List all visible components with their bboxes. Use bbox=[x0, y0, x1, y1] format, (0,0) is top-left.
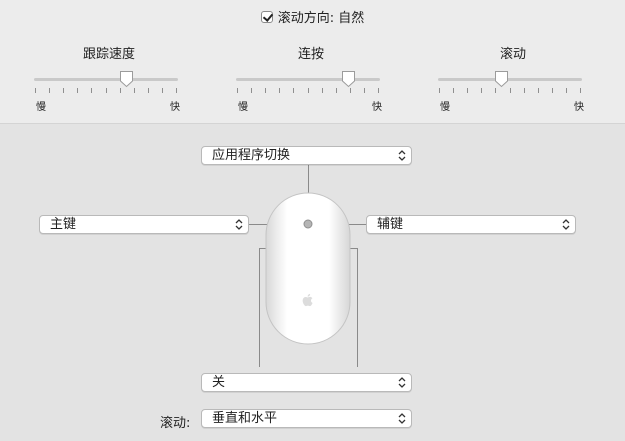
scroll-speed-ticks bbox=[438, 88, 582, 94]
tracking-speed-max-label: 快 bbox=[170, 102, 180, 113]
slider-tick bbox=[453, 88, 454, 93]
double-click-max-label: 快 bbox=[372, 102, 382, 113]
tracking-speed-thumb[interactable] bbox=[119, 70, 134, 88]
slider-tick bbox=[279, 88, 280, 93]
chevron-updown-icon bbox=[235, 219, 243, 230]
scroll-speed-slider-group: 滚动 慢 快 bbox=[438, 43, 588, 113]
top-pane: 滚动方向: 自然 跟踪速度 慢 快 连按 慢 快 滚动 慢 快 bbox=[0, 0, 625, 124]
top-button-value: 应用程序切换 bbox=[212, 148, 291, 163]
scroll-popup[interactable]: 垂直和水平 bbox=[201, 409, 412, 428]
slider-tick bbox=[293, 88, 294, 93]
slider-tick bbox=[336, 88, 337, 93]
scroll-speed-title: 滚动 bbox=[499, 47, 526, 62]
double-click-track[interactable] bbox=[236, 78, 380, 81]
top-button-popup[interactable]: 应用程序切换 bbox=[201, 146, 412, 165]
double-click-ticks bbox=[236, 88, 380, 94]
slider-tick bbox=[106, 88, 107, 93]
scroll-speed-track[interactable] bbox=[438, 78, 582, 81]
slider-tick bbox=[148, 88, 149, 93]
tracking-speed-min-label: 慢 bbox=[36, 102, 46, 113]
chevron-updown-icon bbox=[398, 377, 406, 388]
chevron-updown-icon bbox=[398, 413, 406, 424]
scroll-value: 垂直和水平 bbox=[212, 411, 278, 426]
double-click-thumb[interactable] bbox=[341, 70, 356, 88]
slider-tick bbox=[580, 88, 581, 93]
side-left-connector-line bbox=[259, 248, 260, 367]
tracking-speed-slider-group: 跟踪速度 慢 快 bbox=[34, 43, 184, 113]
scroll-speed-min-label: 慢 bbox=[440, 102, 450, 113]
slider-tick bbox=[35, 88, 36, 93]
primary-button-value: 主键 bbox=[50, 217, 77, 232]
double-click-slider-group: 连按 慢 快 bbox=[236, 43, 386, 113]
slider-tick bbox=[63, 88, 64, 93]
slider-tick bbox=[495, 88, 496, 93]
chevron-updown-icon bbox=[398, 150, 406, 161]
slider-tick bbox=[524, 88, 525, 93]
tracking-speed-title: 跟踪速度 bbox=[82, 47, 135, 62]
slider-tick bbox=[265, 88, 266, 93]
side-button-value: 关 bbox=[212, 375, 226, 390]
slider-tick bbox=[538, 88, 539, 93]
double-click-min-label: 慢 bbox=[238, 102, 248, 113]
side-right-connector-line bbox=[357, 248, 358, 367]
magic-mouse-illustration bbox=[265, 192, 351, 345]
slider-tick bbox=[510, 88, 511, 93]
slider-tick bbox=[322, 88, 323, 93]
slider-tick bbox=[91, 88, 92, 93]
slider-tick bbox=[134, 88, 135, 93]
apple-logo-icon bbox=[300, 292, 316, 308]
slider-tick bbox=[439, 88, 440, 93]
tracking-speed-ticks bbox=[34, 88, 178, 94]
slider-tick bbox=[162, 88, 163, 93]
slider-tick bbox=[237, 88, 238, 93]
slider-tick bbox=[251, 88, 252, 93]
slider-tick bbox=[350, 88, 351, 93]
slider-tick bbox=[176, 88, 177, 93]
chevron-updown-icon bbox=[562, 219, 570, 230]
scroll-speed-max-label: 快 bbox=[574, 102, 584, 113]
scroll-label: 滚动: bbox=[160, 416, 191, 431]
tracking-speed-track[interactable] bbox=[34, 78, 178, 81]
natural-scroll-label[interactable]: 滚动方向: 自然 bbox=[278, 7, 365, 26]
slider-tick bbox=[566, 88, 567, 93]
double-click-title: 连按 bbox=[297, 47, 324, 62]
side-button-popup[interactable]: 关 bbox=[201, 373, 412, 392]
natural-scroll-checkbox[interactable] bbox=[260, 10, 273, 23]
scroll-speed-thumb[interactable] bbox=[494, 70, 509, 88]
secondary-button-value: 辅键 bbox=[377, 217, 404, 232]
secondary-button-popup[interactable]: 辅键 bbox=[366, 215, 576, 234]
slider-tick bbox=[481, 88, 482, 93]
slider-tick bbox=[552, 88, 553, 93]
slider-tick bbox=[378, 88, 379, 93]
slider-tick bbox=[120, 88, 121, 93]
natural-scroll-row[interactable]: 滚动方向: 自然 bbox=[0, 7, 625, 26]
slider-tick bbox=[49, 88, 50, 93]
slider-tick bbox=[467, 88, 468, 93]
slider-tick bbox=[308, 88, 309, 93]
primary-button-popup[interactable]: 主键 bbox=[39, 215, 249, 234]
slider-tick bbox=[364, 88, 365, 93]
slider-tick bbox=[77, 88, 78, 93]
